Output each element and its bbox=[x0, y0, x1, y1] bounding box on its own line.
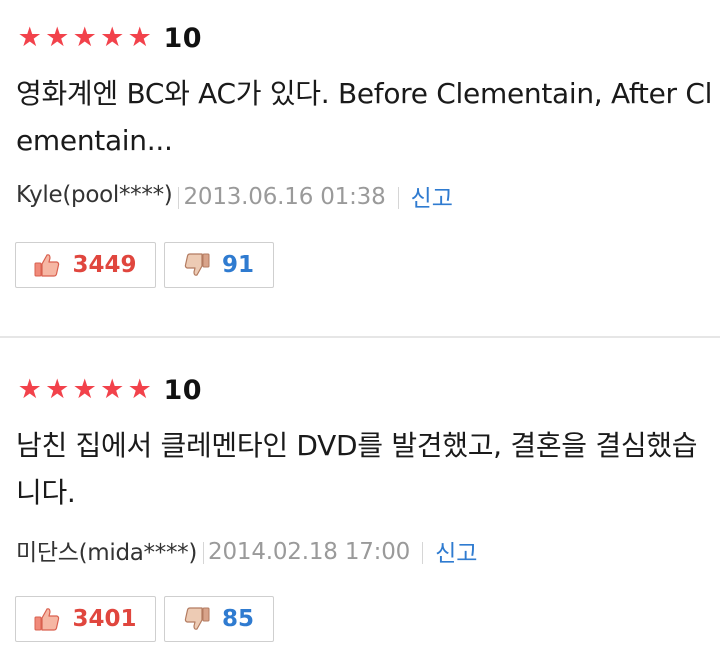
star-rating: ★ ★ ★ ★ ★ bbox=[16, 23, 154, 53]
like-button[interactable]: 3449 bbox=[15, 242, 156, 288]
star-icon: ★ bbox=[17, 22, 42, 53]
dislike-button[interactable]: 85 bbox=[164, 596, 274, 642]
like-button[interactable]: 3401 bbox=[15, 596, 156, 642]
rating: ★ ★ ★ ★ ★ 10 bbox=[16, 372, 202, 408]
report-link[interactable]: 신고 bbox=[411, 179, 453, 213]
star-icon: ★ bbox=[127, 374, 152, 405]
review-date: 2013.06.16 01:38 bbox=[183, 184, 386, 210]
star-icon: ★ bbox=[72, 374, 97, 405]
review-date: 2014.02.18 17:00 bbox=[208, 539, 411, 565]
divider bbox=[178, 187, 180, 209]
dislike-button[interactable]: 91 bbox=[164, 242, 274, 288]
review-text: 남친 집에서 클레멘타인 DVD를 발견했고, 결혼을 결심했습니다. bbox=[16, 429, 698, 509]
vote-buttons: 3401 85 bbox=[15, 596, 274, 642]
review-item: ★ ★ ★ ★ ★ 10 남친 집에서 클레멘타인 DVD를 발견했고, 결혼을… bbox=[0, 338, 720, 664]
thumbs-up-icon bbox=[34, 254, 60, 277]
thumbs-up-icon bbox=[34, 608, 60, 631]
review-item: ★ ★ ★ ★ ★ 10 영화계엔 BC와 AC가 있다. Before Cle… bbox=[0, 0, 720, 336]
review-meta: Kyle(pool****) 2013.06.16 01:38 신고 bbox=[16, 175, 453, 215]
star-icon: ★ bbox=[100, 22, 125, 53]
star-icon: ★ bbox=[45, 374, 70, 405]
divider bbox=[422, 542, 424, 564]
thumbs-down-icon bbox=[184, 253, 210, 276]
star-rating: ★ ★ ★ ★ ★ bbox=[16, 375, 154, 405]
star-icon: ★ bbox=[127, 22, 152, 53]
like-count: 3449 bbox=[72, 252, 137, 278]
review-text: 영화계엔 BC와 AC가 있다. Before Clementain, Afte… bbox=[16, 77, 713, 157]
author-name[interactable]: Kyle(pool****) bbox=[16, 182, 173, 208]
star-icon: ★ bbox=[17, 374, 42, 405]
dislike-count: 85 bbox=[221, 606, 254, 632]
report-link[interactable]: 신고 bbox=[435, 534, 477, 568]
rating-score: 10 bbox=[163, 374, 203, 406]
star-icon: ★ bbox=[72, 22, 97, 53]
rating-score: 10 bbox=[163, 22, 203, 54]
vote-buttons: 3449 91 bbox=[15, 242, 274, 288]
dislike-count: 91 bbox=[221, 252, 254, 278]
star-icon: ★ bbox=[45, 22, 70, 53]
rating: ★ ★ ★ ★ ★ 10 bbox=[16, 20, 202, 56]
like-count: 3401 bbox=[72, 606, 137, 632]
star-icon: ★ bbox=[100, 374, 125, 405]
review-meta: 미단스(mida****) 2014.02.18 17:00 신고 bbox=[16, 530, 477, 570]
thumbs-down-icon bbox=[184, 607, 210, 630]
divider bbox=[203, 542, 205, 564]
divider bbox=[397, 187, 399, 209]
author-name[interactable]: 미단스(mida****) bbox=[16, 533, 197, 567]
